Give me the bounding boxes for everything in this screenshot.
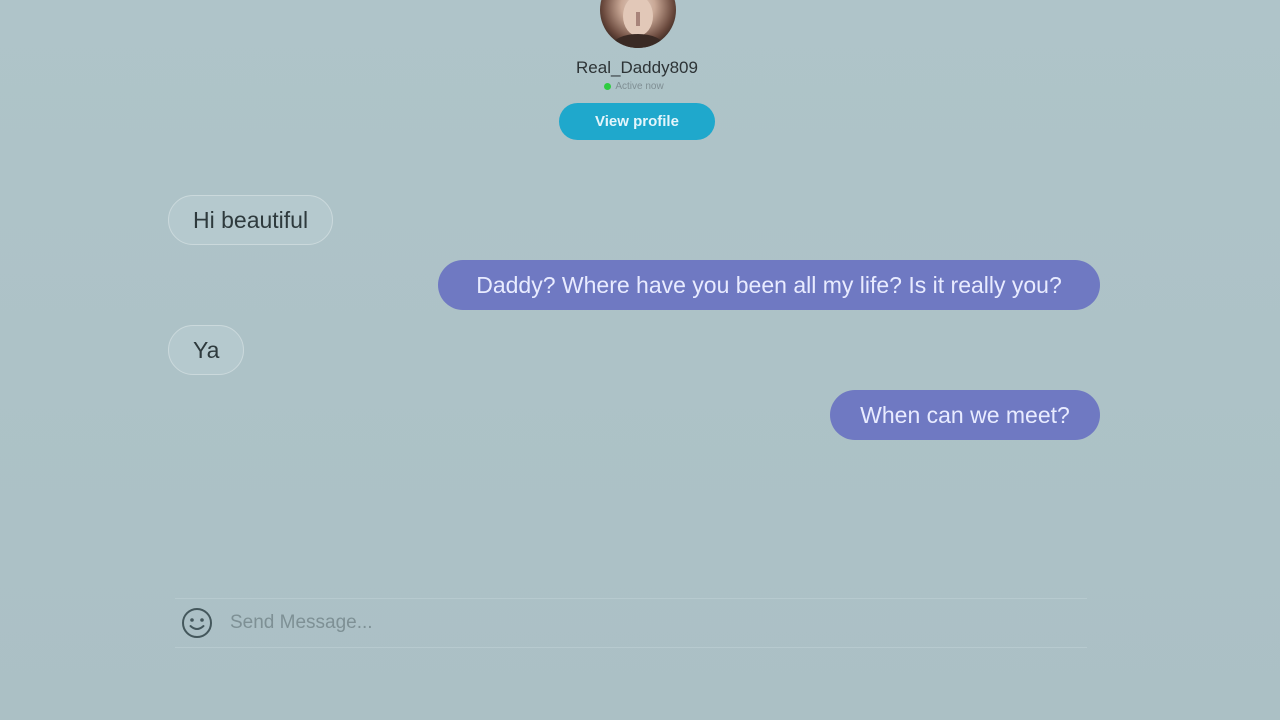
- message-bubble-incoming[interactable]: Ya: [168, 325, 245, 375]
- message-composer: [175, 598, 1087, 648]
- message-bubble-outgoing[interactable]: When can we meet?: [830, 390, 1100, 440]
- active-status: Active now: [0, 81, 1268, 92]
- message-input[interactable]: [228, 611, 1087, 635]
- avatar[interactable]: [600, 0, 676, 48]
- chat-screen: Real_Daddy809 Active now View profile Hi…: [0, 0, 1280, 720]
- active-dot-icon: [604, 83, 612, 90]
- view-profile-button[interactable]: View profile: [559, 103, 715, 140]
- message-bubble-outgoing[interactable]: Daddy? Where have you been all my life? …: [438, 260, 1100, 310]
- status-text: Active now: [615, 81, 664, 92]
- contact-username: Real_Daddy809: [576, 58, 698, 77]
- avatar-photo: [612, 0, 664, 48]
- message-bubble-incoming[interactable]: Hi beautiful: [168, 195, 334, 245]
- smiley-icon[interactable]: [180, 606, 214, 640]
